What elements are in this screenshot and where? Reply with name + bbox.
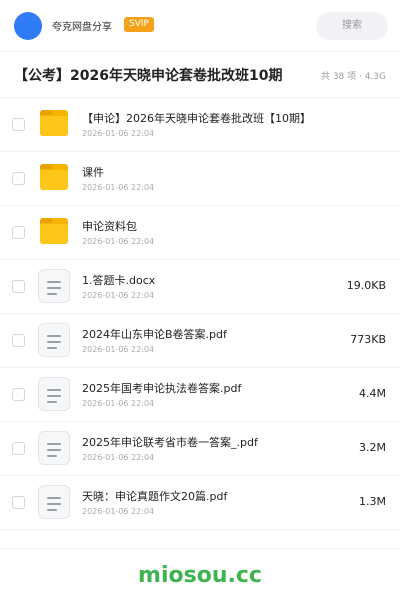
- file-size: 4.4M: [359, 387, 386, 400]
- select-checkbox[interactable]: [12, 118, 25, 131]
- file-date: 2026-01-06 22:04: [82, 399, 155, 408]
- file-row[interactable]: 2025年申论联考省市卷一答案_.pdf 2026-01-06 22:04 3.2M: [0, 422, 400, 476]
- file-size: 19.0KB: [346, 279, 386, 292]
- share-title-bar: 【公考】2026年天晓申论套卷批改班10期 共 38 项 · 4.3G: [0, 52, 400, 98]
- file-size: 773KB: [350, 333, 386, 346]
- file-name: 【申论】2026年天晓申论套卷批改班【10期】: [82, 112, 311, 125]
- select-checkbox[interactable]: [12, 280, 25, 293]
- watermark: miosou.cc: [138, 563, 262, 588]
- footer: miosou.cc: [0, 548, 400, 600]
- file-date: 2026-01-06 22:04: [82, 237, 155, 246]
- file-name: 2024年山东申论B卷答案.pdf: [82, 328, 227, 341]
- select-checkbox[interactable]: [12, 334, 25, 347]
- file-name: 2025年国考申论执法卷答案.pdf: [82, 382, 242, 395]
- select-checkbox[interactable]: [12, 442, 25, 455]
- select-checkbox[interactable]: [12, 172, 25, 185]
- file-date: 2026-01-06 22:04: [82, 345, 155, 354]
- file-date: 2026-01-06 22:04: [82, 291, 155, 300]
- file-date: 2026-01-06 22:04: [82, 183, 155, 192]
- document-icon: [38, 485, 70, 519]
- folder-icon: [40, 218, 68, 244]
- folder-icon: [40, 164, 68, 190]
- folder-icon: [40, 110, 68, 136]
- top-header: 夸克网盘分享 SVIP 搜索: [0, 0, 400, 52]
- file-row[interactable]: 课件 2026-01-06 22:04: [0, 152, 400, 206]
- share-meta: 共 38 项 · 4.3G: [320, 72, 386, 82]
- select-checkbox[interactable]: [12, 388, 25, 401]
- file-name: 1.答题卡.docx: [82, 274, 156, 287]
- document-icon: [38, 431, 70, 465]
- file-size: 1.3M: [359, 495, 386, 508]
- file-name: 天晓：申论真题作文20篇.pdf: [82, 490, 228, 503]
- svip-badge: SVIP: [124, 17, 154, 32]
- document-icon: [38, 323, 70, 357]
- file-row[interactable]: 2025年国考申论执法卷答案.pdf 2026-01-06 22:04 4.4M: [0, 368, 400, 422]
- select-checkbox[interactable]: [12, 226, 25, 239]
- share-title: 【公考】2026年天晓申论套卷批改班10期: [14, 68, 283, 84]
- file-row[interactable]: 2024年山东申论B卷答案.pdf 2026-01-06 22:04 773KB: [0, 314, 400, 368]
- file-size: 3.2M: [359, 441, 386, 454]
- document-icon: [38, 377, 70, 411]
- file-date: 2026-01-06 22:04: [82, 507, 155, 516]
- file-date: 2026-01-06 22:04: [82, 129, 155, 138]
- file-name: 申论资料包: [82, 220, 137, 233]
- file-row[interactable]: 【申论】2026年天晓申论套卷批改班【10期】 2026-01-06 22:04: [0, 98, 400, 152]
- document-icon: [38, 269, 70, 303]
- file-row[interactable]: 1.答题卡.docx 2026-01-06 22:04 19.0KB: [0, 260, 400, 314]
- avatar[interactable]: [14, 12, 42, 40]
- file-list: 【申论】2026年天晓申论套卷批改班【10期】 2026-01-06 22:04 课…: [0, 98, 400, 530]
- select-checkbox[interactable]: [12, 496, 25, 509]
- file-row[interactable]: 天晓：申论真题作文20篇.pdf 2026-01-06 22:04 1.3M: [0, 476, 400, 530]
- file-name: 2025年申论联考省市卷一答案_.pdf: [82, 436, 258, 449]
- search-button[interactable]: 搜索: [316, 12, 388, 40]
- file-date: 2026-01-06 22:04: [82, 453, 155, 462]
- file-name: 课件: [82, 166, 104, 179]
- username: 夸克网盘分享: [52, 22, 112, 33]
- file-row[interactable]: 申论资料包 2026-01-06 22:04: [0, 206, 400, 260]
